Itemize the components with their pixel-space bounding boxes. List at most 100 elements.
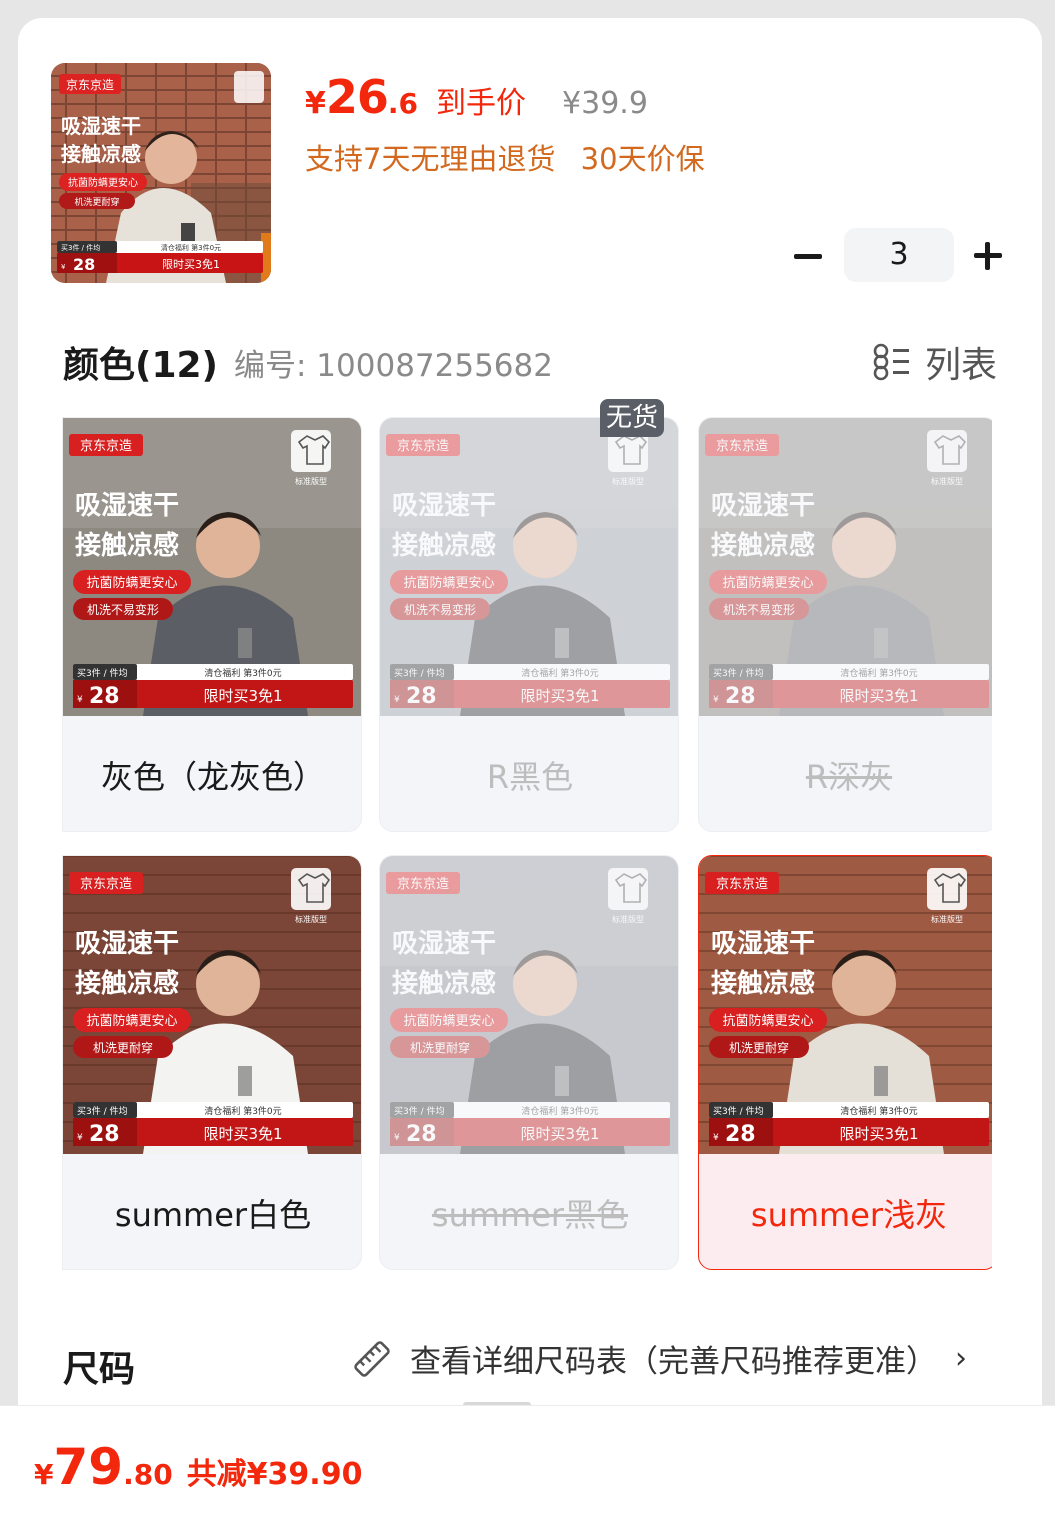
color-option-name: R黑色 [380,716,678,831]
list-icon [873,343,909,381]
promo-brand: 京东京造 [80,439,132,454]
sku-number: 编号: 100087255682 [234,348,553,384]
promo-deal-price: 28 [73,255,95,274]
promo-brand: 京东京造 [80,877,132,892]
promo-feature-2: 机洗更耐穿 [74,196,119,208]
promo-deal-top-left: 买3件 / 件均 [394,667,444,679]
color-option-name: 灰色（龙灰色） [63,716,361,831]
color-options-grid: 京东京造 标准版型 吸湿速干 接触凉感 抗菌防螨更安心 机洗不易变形 买3件 / 件均 清仓福… [62,417,992,1287]
promo-deal-top-right: 清仓福利 第3件0元 [204,1105,281,1117]
promo-headline-1: 吸湿速干 [711,929,815,959]
promise-price-protect: 30天价保 [580,142,705,176]
decrease-quantity-button[interactable] [790,228,826,284]
color-option-gray-dragon[interactable]: 京东京造 标准版型 吸湿速干 接触凉感 抗菌防螨更安心 机洗不易变形 买3件 / 件均 清仓福… [62,417,362,832]
color-swatch-image: 京东京造标准版型吸湿速干接触凉感抗菌防螨更安心机洗更耐穿买3件 / 件均 清仓福利… [63,856,361,1154]
color-option-label: summer白色 [114,1195,312,1234]
promo-deal-price: 28 [406,684,437,709]
promo-fit-label: 标准版型 [295,476,327,486]
color-swatch-image: 京东京造标准版型吸湿速干接触凉感抗菌防螨更安心机洗不易变形买3件 / 件均 清仓福… [63,418,361,716]
original-price: ¥39.9 [562,86,648,121]
promo-deal-top-left: 买3件 / 件均 [713,667,763,679]
promo-brand: 京东京造 [397,439,449,454]
promo-fit-label: 标准版型 [931,914,963,924]
price-currency: ¥ [305,86,326,121]
color-swatch-image: 京东京造标准版型吸湿速干接触凉感抗菌防螨更安心机洗更耐穿买3件 / 件均 清仓福利… [699,856,992,1154]
promo-deal-bottom: 限时买3免1 [520,687,599,705]
promo-deal-top-right: 清仓福利 第3件0元 [840,667,917,679]
color-option-r-black[interactable]: 京东京造 标准版型 吸湿速干 接触凉感 抗菌防螨更安心 机洗不易变形 买3件 / 件均 清仓福… [379,417,679,832]
color-option-label: R深灰 [805,757,893,796]
color-swatch-image: 京东京造标准版型吸湿速干接触凉感抗菌防螨更安心机洗不易变形买3件 / 件均 清仓福… [699,418,992,716]
promo-deal-top-left: 买3件 / 件均 [61,243,100,252]
promo-deal-top-right: 清仓福利 第3件0元 [840,1105,917,1117]
color-option-summer-white[interactable]: 京东京造 标准版型 吸湿速干 接触凉感 抗菌防螨更安心 机洗更耐穿 买3件 / 件均 清仓福利… [62,855,362,1270]
promo-feature-2: 机洗不易变形 [87,602,159,617]
promo-deal-bottom: 限时买3免1 [162,257,220,271]
quantity-input[interactable]: 3 [844,228,954,282]
promo-feature-1: 抗菌防螨更安心 [722,575,813,591]
promo-deal-bottom: 限时买3免1 [520,1125,599,1143]
promo-headline-1: 吸湿速干 [711,491,815,521]
minus-icon [794,253,822,259]
promo-deal-top-left: 买3件 / 件均 [77,667,127,679]
price-row: ¥ 26 .6 到手价 ¥39.9 [305,70,648,126]
color-option-image: 京东京造 标准版型 吸湿速干 接触凉感 抗菌防螨更安心 机洗更耐穿 买3件 / 件均 清仓福利… [63,856,361,1154]
price-tag: 到手价 [436,86,527,121]
promo-headline-1: 吸湿速干 [61,114,141,138]
list-view-toggle[interactable]: 列表 [873,336,997,388]
color-section-title: 颜色(12) [63,345,219,386]
color-option-image: 京东京造 标准版型 吸湿速干 接触凉感 抗菌防螨更安心 机洗不易变形 买3件 / 件均 清仓福… [380,418,678,716]
out-of-stock-badge: 无货 [600,399,664,437]
color-option-name: summer浅灰 [699,1154,992,1269]
total-decimal: .80 [123,1458,173,1491]
promo-deal-currency: ¥ [61,263,66,271]
promo-deal-price: 28 [725,684,756,709]
product-image: 京东京造 吸湿速干 接触凉感 抗菌防螨更安心 机洗更耐穿 买3件 / 件均 清仓… [51,63,271,283]
promo-feature-2: 机洗更耐穿 [729,1040,789,1055]
color-option-label: summer黑色 [431,1195,629,1234]
size-chart-link[interactable]: 查看详细尺码表（完善尺码推荐更准） › [352,1336,967,1381]
promo-deal-currency: ¥ [713,1133,719,1143]
promo-deal-price: 28 [725,1122,756,1147]
promo-headline-2: 接触凉感 [75,531,179,561]
list-view-label: 列表 [925,345,998,386]
promo-feature-1: 抗菌防螨更安心 [86,575,177,591]
promo-deal-price: 28 [89,684,120,709]
color-option-name: summer黑色 [380,1154,678,1269]
promo-headline-2: 接触凉感 [392,969,496,999]
promo-feature-2: 机洗不易变形 [404,602,476,617]
promo-feature-2: 机洗更耐穿 [410,1040,470,1055]
color-option-r-dark-gray[interactable]: 京东京造 标准版型 吸湿速干 接触凉感 抗菌防螨更安心 机洗不易变形 买3件 / 件均 清仓福… [698,417,992,832]
promo-headline-1: 吸湿速干 [392,491,496,521]
promo-feature-1: 抗菌防螨更安心 [722,1013,813,1029]
promo-fit-label: 标准版型 [612,476,644,486]
promo-brand: 京东京造 [716,877,768,892]
promo-deal-price: 28 [89,1122,120,1147]
promo-deal-bottom: 限时买3免1 [839,687,918,705]
promo-deal-bottom: 限时买3免1 [839,1125,918,1143]
total-savings: 共减¥39.90 [186,1457,363,1492]
promo-deal-top-right: 清仓福利 第3件0元 [521,667,598,679]
color-option-label: R黑色 [486,757,574,796]
promo-headline-2: 接触凉感 [75,969,179,999]
increase-quantity-button[interactable] [970,238,1006,274]
promo-feature-2: 机洗更耐穿 [93,1040,153,1055]
promo-deal-currency: ¥ [713,695,719,705]
color-option-summer-black[interactable]: 京东京造 标准版型 吸湿速干 接触凉感 抗菌防螨更安心 机洗更耐穿 买3件 / 件均 清仓福利… [379,855,679,1270]
color-option-label: 灰色（龙灰色） [100,757,325,796]
promo-deal-top-right: 清仓福利 第3件0元 [161,243,221,252]
promo-deal-currency: ¥ [394,695,400,705]
promo-deal-currency: ¥ [394,1133,400,1143]
total-currency: ¥ [34,1458,54,1491]
promo-deal-top-left: 买3件 / 件均 [77,1105,127,1117]
promo-brand: 京东京造 [716,439,768,454]
color-option-summer-light-gray[interactable]: 京东京造 标准版型 吸湿速干 接触凉感 抗菌防螨更安心 机洗更耐穿 买3件 / 件均 清仓福利… [698,855,992,1270]
promise-return: 支持7天无理由退货 [305,142,556,176]
promo-headline-2: 接触凉感 [61,142,141,166]
promo-feature-1: 抗菌防螨更安心 [403,575,494,591]
promo-brand: 京东京造 [66,78,114,92]
promo-fit-label: 标准版型 [295,914,327,924]
plus-icon-vertical [985,242,990,270]
promo-fit-label: 标准版型 [612,914,644,924]
color-option-image: 京东京造 标准版型 吸湿速干 接触凉感 抗菌防螨更安心 机洗不易变形 买3件 / 件均 清仓福… [63,418,361,716]
